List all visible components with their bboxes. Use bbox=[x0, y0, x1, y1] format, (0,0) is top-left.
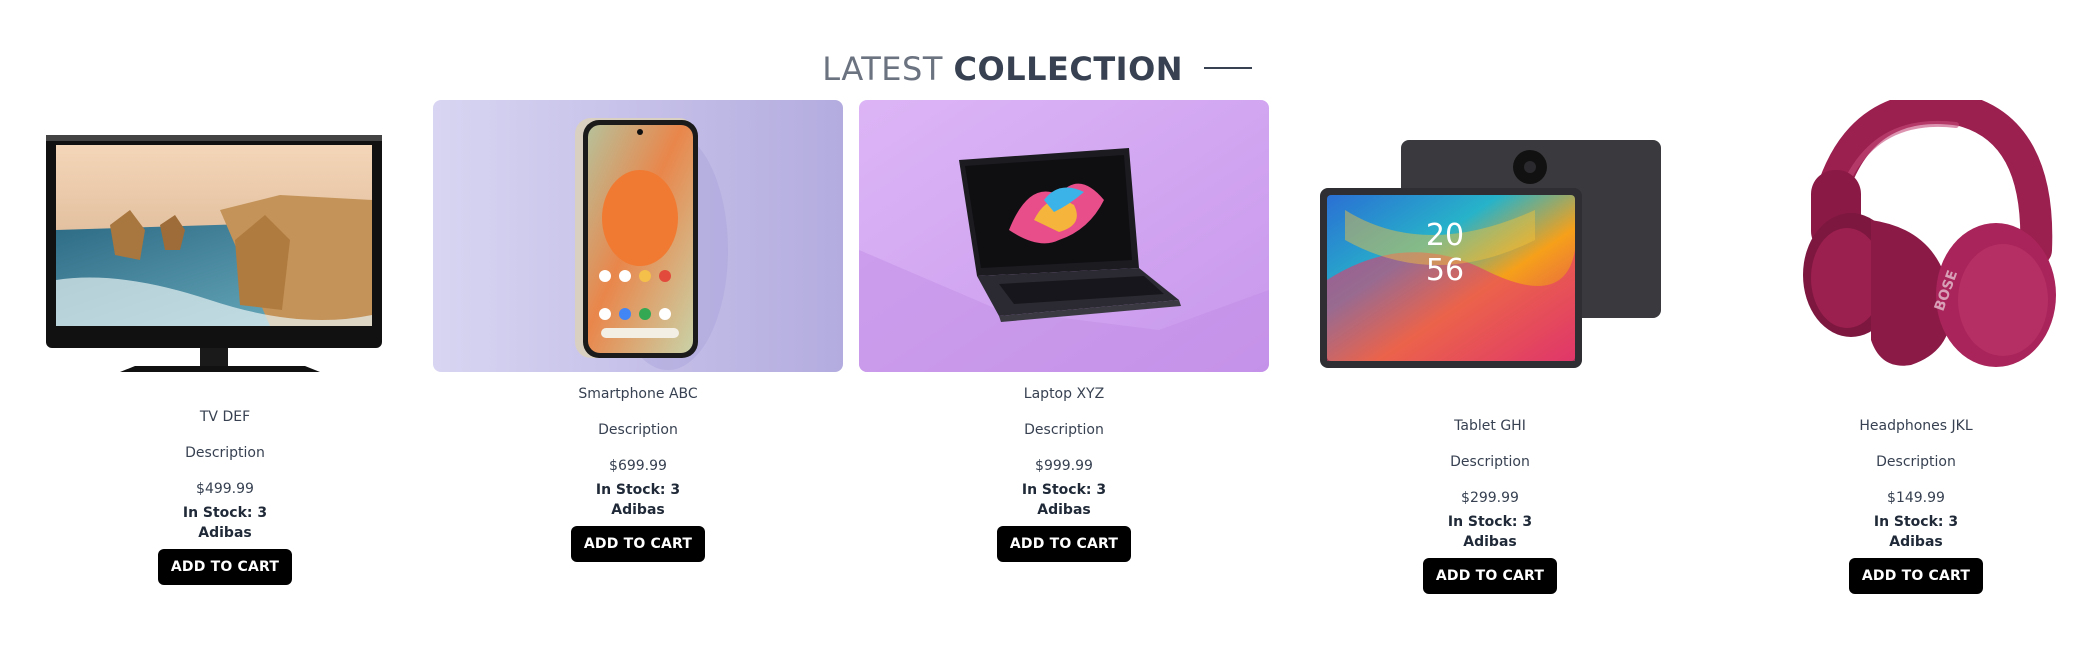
product-description: Description bbox=[185, 445, 265, 461]
product-card-smartphone[interactable]: Smartphone ABC Description $699.99 In St… bbox=[433, 100, 843, 620]
product-price: $299.99 bbox=[1461, 490, 1519, 506]
svg-text:56: 56 bbox=[1426, 253, 1464, 288]
section-title-light: LATEST bbox=[822, 50, 943, 88]
product-description: Description bbox=[1876, 454, 1956, 470]
product-card-tv[interactable]: TV DEF Description $499.99 In Stock: 3 A… bbox=[20, 100, 430, 620]
product-stock: In Stock: 3 bbox=[1873, 514, 1959, 530]
title-rule bbox=[1203, 67, 1252, 69]
product-description: Description bbox=[1024, 422, 1104, 438]
section-title: LATEST COLLECTION bbox=[0, 50, 2074, 88]
product-name[interactable]: Smartphone ABC bbox=[433, 384, 843, 404]
smartphone-icon bbox=[433, 100, 843, 372]
product-info-laptop: Laptop XYZ Description $999.99 In Stock:… bbox=[859, 384, 1269, 562]
product-card-tablet[interactable]: 20 56 Tablet GHI Description $299.99 In … bbox=[1285, 100, 1695, 620]
product-stock: In Stock: 3 bbox=[1447, 514, 1533, 530]
product-stock: In Stock: 3 bbox=[1021, 482, 1107, 498]
product-description: Description bbox=[1450, 454, 1530, 470]
product-image-smartphone[interactable] bbox=[433, 100, 843, 372]
product-name[interactable]: Headphones JKL bbox=[1711, 416, 2074, 436]
product-stock: In Stock: 3 bbox=[182, 505, 268, 521]
add-to-cart-button[interactable]: ADD TO CART bbox=[996, 526, 1132, 562]
product-name[interactable]: Laptop XYZ bbox=[859, 384, 1269, 404]
product-image-headphones[interactable]: BOSE bbox=[1711, 100, 2074, 372]
add-to-cart-button[interactable]: ADD TO CART bbox=[1848, 558, 1984, 594]
section-title-bold: COLLECTION bbox=[953, 50, 1184, 88]
product-image-tablet[interactable]: 20 56 bbox=[1285, 100, 1695, 372]
product-brand: Adibas bbox=[1037, 502, 1091, 518]
product-info-smartphone: Smartphone ABC Description $699.99 In St… bbox=[433, 384, 843, 562]
tv-icon bbox=[46, 135, 382, 372]
product-name[interactable]: TV DEF bbox=[20, 407, 430, 427]
product-stock: In Stock: 3 bbox=[595, 482, 681, 498]
product-brand: Adibas bbox=[611, 502, 665, 518]
add-to-cart-button[interactable]: ADD TO CART bbox=[570, 526, 706, 562]
svg-text:20: 20 bbox=[1426, 218, 1464, 253]
product-brand: Adibas bbox=[1463, 534, 1517, 550]
product-brand: Adibas bbox=[1889, 534, 1943, 550]
product-image-tv[interactable] bbox=[20, 100, 430, 372]
product-info-tablet: Tablet GHI Description $299.99 In Stock:… bbox=[1285, 416, 1695, 594]
product-info-headphones: Headphones JKL Description $149.99 In St… bbox=[1711, 416, 2074, 594]
product-brand: Adibas bbox=[198, 525, 252, 541]
product-info-tv: TV DEF Description $499.99 In Stock: 3 A… bbox=[20, 407, 430, 585]
product-card-laptop[interactable]: Laptop XYZ Description $999.99 In Stock:… bbox=[859, 100, 1269, 620]
headphones-icon: BOSE bbox=[1803, 100, 2056, 367]
tablet-icon: 20 56 bbox=[1320, 140, 1661, 368]
product-price: $699.99 bbox=[609, 458, 667, 474]
product-image-laptop[interactable] bbox=[859, 100, 1269, 372]
product-price: $149.99 bbox=[1887, 490, 1945, 506]
laptop-icon bbox=[859, 100, 1269, 372]
product-price: $999.99 bbox=[1035, 458, 1093, 474]
add-to-cart-button[interactable]: ADD TO CART bbox=[157, 549, 293, 585]
product-card-headphones[interactable]: BOSE Headphones JKL Description $149.99 … bbox=[1711, 100, 2074, 620]
product-price: $499.99 bbox=[196, 481, 254, 497]
product-name[interactable]: Tablet GHI bbox=[1285, 416, 1695, 436]
product-description: Description bbox=[598, 422, 678, 438]
add-to-cart-button[interactable]: ADD TO CART bbox=[1422, 558, 1558, 594]
